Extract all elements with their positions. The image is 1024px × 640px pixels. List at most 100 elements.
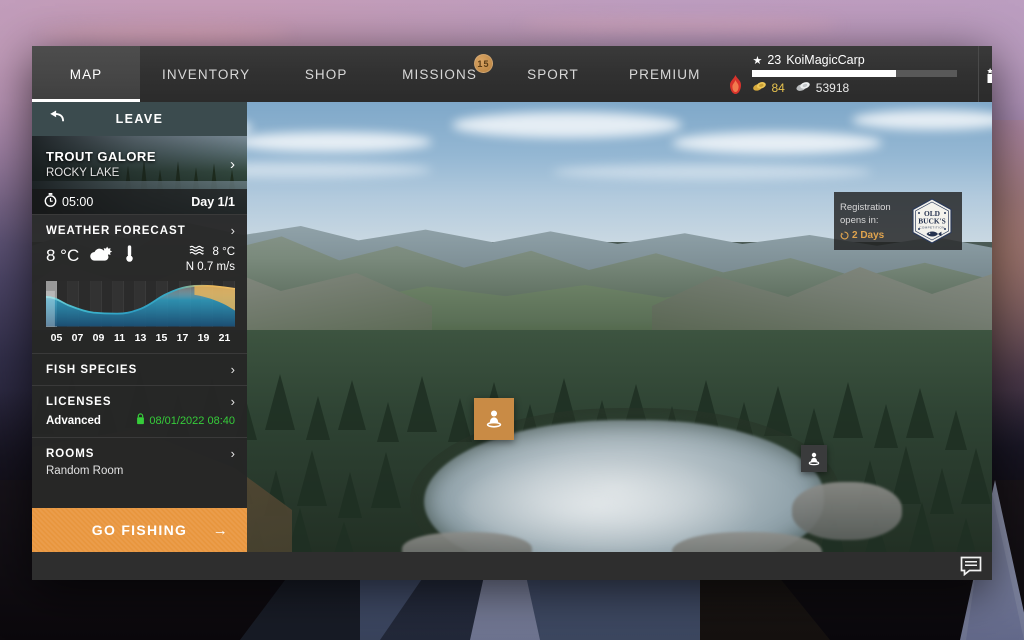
chevron-right-icon[interactable]: › [231, 447, 235, 460]
rooms-section[interactable]: ROOMS › Random Room [32, 437, 247, 486]
tab-map[interactable]: MAP [32, 46, 140, 102]
player-name: KoiMagicCarp [786, 53, 865, 67]
chevron-right-icon[interactable]: › [230, 156, 235, 173]
player-level: 23 [767, 53, 782, 67]
registration-line1: Registration [840, 201, 891, 213]
tab-shop[interactable]: SHOP [272, 46, 380, 102]
water-temperature: 8 °C [212, 245, 236, 258]
angler-icon [486, 410, 502, 428]
chevron-right-icon[interactable]: › [231, 395, 235, 408]
silver-coin-icon [795, 81, 811, 95]
registration-countdown: 2 Days [852, 229, 885, 241]
fish-species-header: FISH SPECIES › [46, 363, 235, 376]
water-row: 8 °C [186, 244, 235, 259]
tab-label: PREMIUM [628, 66, 701, 82]
chevron-right-icon[interactable]: › [231, 363, 235, 376]
hour-label: 15 [155, 332, 168, 344]
temperature-curve [46, 284, 235, 327]
nav-tabs: MAP INVENTORY SHOP MISSIONS 15 SPORT PRE… [32, 46, 748, 102]
weather-section[interactable]: WEATHER FORECAST › 8 °C 8 °C N 0.7 m/s 0… [32, 214, 247, 353]
sale-flame-icon [722, 46, 748, 102]
tab-inventory[interactable]: INVENTORY [140, 46, 272, 102]
registration-line2: opens in: [840, 214, 879, 226]
location-time-value: 05:00 [62, 194, 94, 209]
fishing-spot-marker-active[interactable] [474, 398, 514, 440]
chat-bubble-icon[interactable] [960, 556, 982, 577]
registration-notice[interactable]: Registration opens in: 2 Days OLD BUCK'S… [834, 192, 962, 250]
tab-missions[interactable]: MISSIONS 15 [380, 46, 499, 102]
rooms-header: ROOMS › [46, 447, 235, 460]
silver-amount: 53918 [815, 81, 850, 95]
back-arrow-icon [48, 110, 65, 129]
air-temperature: 8 °C [46, 246, 80, 265]
thermometer-icon [125, 244, 134, 268]
cloud-streak [40, 26, 290, 42]
go-fishing-label: GO FISHING [91, 522, 188, 538]
fishing-spot-marker[interactable] [801, 445, 827, 472]
location-subtitle: ROCKY LAKE [46, 167, 120, 179]
bottom-bar [32, 552, 992, 580]
registration-text: Registration opens in: 2 Days [840, 201, 908, 242]
player-info[interactable]: ★ 23 KoiMagicCarp 84 53918 [748, 53, 978, 95]
weather-header: WEATHER FORECAST › [46, 224, 235, 237]
fish-species-section[interactable]: FISH SPECIES › [32, 353, 247, 385]
chart-hour-labels: 05 07 09 11 13 15 17 19 21 [46, 332, 235, 344]
tab-label: SHOP [304, 66, 348, 82]
experience-bar [752, 70, 958, 77]
cloud [552, 164, 872, 180]
license-tier: Advanced [46, 414, 101, 427]
hour-label: 09 [92, 332, 105, 344]
location-title: TROUT GALORE [46, 149, 156, 164]
license-icon [136, 413, 145, 428]
temperature-chart [46, 281, 235, 327]
cloud-streak [520, 18, 840, 32]
hour-label: 07 [71, 332, 84, 344]
license-expiry-value: 08/01/2022 08:40 [149, 414, 235, 427]
licenses-section[interactable]: LICENSES › Advanced 08/01/2022 08:40 [32, 385, 247, 437]
location-time: 05:00 [44, 193, 93, 210]
experience-bar-fill [752, 70, 896, 77]
location-card[interactable]: TROUT GALORE ROCKY LAKE › 05:00 Day 1/1 [32, 136, 247, 214]
go-fishing-button[interactable]: GO FISHING → [32, 508, 247, 552]
hour-label: 19 [197, 332, 210, 344]
tab-label: MISSIONS [402, 66, 477, 82]
location-day: Day 1/1 [191, 194, 235, 209]
fish-species-title: FISH SPECIES [46, 363, 138, 376]
location-text: TROUT GALORE ROCKY LAKE [46, 149, 156, 179]
arrow-right-icon: → [212, 521, 229, 539]
chevron-right-icon[interactable]: › [231, 224, 235, 237]
star-icon: ★ [752, 54, 763, 67]
licenses-header: LICENSES › [46, 395, 235, 408]
hour-label: 11 [113, 332, 126, 344]
currency-row: 84 53918 [752, 81, 966, 95]
player-panel: ★ 23 KoiMagicCarp 84 53918 [748, 46, 992, 102]
tab-label: MAP [69, 66, 103, 82]
timer-icon [840, 230, 849, 239]
badge-line2: BUCK'S [918, 217, 946, 226]
competition-badge: OLD BUCK'S COMPETITION [908, 197, 956, 245]
hour-label: 13 [134, 332, 147, 344]
game-window: MAP INVENTORY SHOP MISSIONS 15 SPORT PRE… [32, 46, 992, 580]
weather-title: WEATHER FORECAST [46, 224, 186, 237]
cloud [452, 112, 682, 138]
leaderboard-icon[interactable] [978, 46, 992, 102]
tab-sport[interactable]: SPORT [499, 46, 607, 102]
hour-label: 05 [50, 332, 63, 344]
gold-currency[interactable]: 84 [752, 81, 785, 95]
licenses-title: LICENSES [46, 395, 112, 408]
silver-currency[interactable]: 53918 [795, 81, 849, 95]
tab-premium[interactable]: PREMIUM [607, 46, 722, 102]
rocks [792, 482, 902, 540]
cloud [232, 132, 432, 152]
top-navigation-bar: MAP INVENTORY SHOP MISSIONS 15 SPORT PRE… [32, 46, 992, 102]
water-waves-icon [189, 244, 204, 259]
registration-countdown-row: 2 Days [840, 229, 908, 242]
angler-icon [808, 452, 820, 465]
weather-summary: 8 °C 8 °C N 0.7 m/s [46, 244, 235, 273]
hour-label: 17 [176, 332, 189, 344]
leave-button[interactable]: LEAVE [32, 102, 247, 136]
location-status-bar: 05:00 Day 1/1 [32, 189, 247, 214]
location-sidebar: LEAVE TROUT GALORE ROCKY LAKE › 05:00 Da… [32, 102, 247, 552]
tab-label: SPORT [527, 66, 579, 82]
clock-icon [44, 193, 57, 210]
